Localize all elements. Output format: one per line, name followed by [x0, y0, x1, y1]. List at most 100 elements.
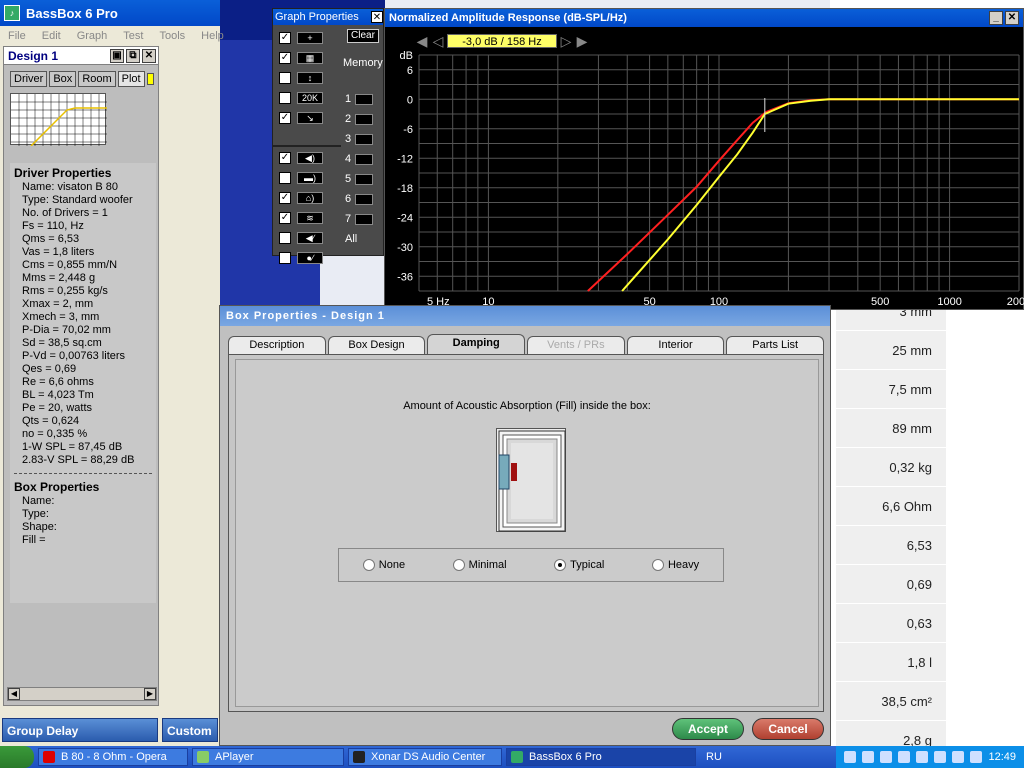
tab-damping[interactable]: Damping: [427, 334, 526, 354]
task-opera[interactable]: B 80 - 8 Ohm - Opera: [38, 748, 188, 766]
memory-slot[interactable]: 5: [345, 173, 374, 185]
response-checkbox[interactable]: [279, 232, 291, 244]
clock-time[interactable]: 12:49: [988, 751, 1016, 763]
memory-slot[interactable]: 7: [345, 213, 374, 225]
vertical-scale-checkbox[interactable]: [279, 72, 291, 84]
plot-thumbnail[interactable]: [10, 93, 107, 146]
cursor-fast-right-icon[interactable]: ▶: [575, 34, 589, 48]
memory-slot[interactable]: 1: [345, 93, 374, 105]
task-bassbox[interactable]: BassBox 6 Pro: [506, 748, 696, 766]
scroll-right-icon[interactable]: ▶: [144, 688, 156, 700]
accept-button[interactable]: Accept: [672, 718, 744, 740]
webpage-value-column: 3 mm 25 mm 7,5 mm 89 mm 0,32 kg 6,6 Ohm 6,53 0,…: [836, 292, 946, 760]
memory-slot-box[interactable]: [355, 173, 374, 185]
cursor-left-icon[interactable]: ◁: [431, 34, 445, 48]
memory-slot[interactable]: 2: [345, 113, 374, 125]
tab-box[interactable]: Box: [49, 71, 77, 87]
clock-icon[interactable]: [970, 751, 983, 763]
task-aplayer[interactable]: APlayer: [192, 748, 344, 766]
box-properties-titlebar[interactable]: Box Properties - Design 1: [220, 306, 830, 326]
memory-slot[interactable]: 3: [345, 133, 374, 145]
vertical-scale-icon: ↕: [297, 72, 323, 84]
globe-icon[interactable]: [952, 751, 965, 763]
menu-graph[interactable]: Graph: [69, 30, 116, 42]
close-icon[interactable]: ✕: [142, 48, 156, 63]
speaker-checkbox[interactable]: ✓: [279, 152, 291, 164]
graph-properties-titlebar[interactable]: Graph Properties ✕: [273, 9, 383, 25]
radio-button[interactable]: [452, 559, 465, 571]
menu-edit[interactable]: Edit: [34, 30, 69, 42]
tab-interior[interactable]: Interior: [626, 336, 725, 354]
design-title: Design 1: [8, 48, 59, 63]
menu-file[interactable]: File: [0, 30, 34, 42]
filter-checkbox[interactable]: ✓: [279, 212, 291, 224]
fill-option-none[interactable]: None: [362, 559, 405, 571]
tab-parts-list[interactable]: Parts List: [726, 336, 825, 354]
memory-slot-box[interactable]: [355, 153, 374, 165]
minimize-icon[interactable]: _: [989, 11, 1003, 25]
fill-option-minimal[interactable]: Minimal: [452, 559, 507, 571]
scroll-left-icon[interactable]: ◀: [8, 688, 20, 700]
tab-room[interactable]: Room: [78, 71, 116, 87]
save-icon[interactable]: ▣: [110, 48, 124, 63]
volume-icon[interactable]: [880, 751, 893, 763]
cursor-right-icon[interactable]: ▷: [559, 34, 573, 48]
plot-mode-checkbox[interactable]: ✓: [279, 112, 291, 124]
tab-driver[interactable]: Driver: [10, 71, 48, 87]
radio-button[interactable]: [651, 559, 664, 571]
custom-button[interactable]: Custom: [162, 718, 218, 742]
radio-button[interactable]: [554, 559, 567, 571]
keyboard-icon[interactable]: [844, 751, 857, 763]
taskbar: B 80 - 8 Ohm - Opera APlayer Xonar DS Au…: [0, 746, 1024, 768]
webpage-value: 0,69: [836, 565, 946, 604]
copy-icon[interactable]: ⧉: [126, 48, 140, 63]
response-icon: ◀∕: [297, 232, 323, 244]
memory-slot[interactable]: All: [345, 233, 357, 245]
room-checkbox[interactable]: ✓: [279, 192, 291, 204]
grid-checkbox[interactable]: ✓: [279, 52, 291, 64]
driver-property: 2.83-V SPL = 88,29 dB: [22, 454, 135, 466]
range-20k-checkbox[interactable]: [279, 92, 291, 104]
cancel-button[interactable]: Cancel: [752, 718, 824, 740]
menu-tools[interactable]: Tools: [151, 30, 193, 42]
port-checkbox[interactable]: [279, 252, 291, 264]
amplitude-plot[interactable]: 6 0 -6 -12 -18 -24 -30 -36 dB 5 Hz 10 50 100 500 1000 2…: [397, 50, 1024, 308]
memory-slot-label: 3: [345, 133, 352, 145]
memory-slot-box[interactable]: [355, 113, 374, 125]
clear-button[interactable]: Clear: [347, 29, 379, 43]
shield-icon[interactable]: [898, 751, 911, 763]
language-indicator[interactable]: RU: [706, 751, 722, 763]
tab-plot[interactable]: Plot: [117, 71, 145, 87]
memory-slot[interactable]: 6: [345, 193, 374, 205]
menu-help[interactable]: Help: [193, 30, 232, 42]
group-delay-button[interactable]: Group Delay: [2, 718, 158, 742]
plot-color-swatch[interactable]: [146, 73, 154, 85]
close-icon[interactable]: ✕: [371, 11, 383, 23]
memory-slot-box[interactable]: [355, 93, 374, 105]
cabinet-checkbox[interactable]: [279, 172, 291, 184]
crosshair-checkbox[interactable]: ✓: [279, 32, 291, 44]
memory-slot[interactable]: 4: [345, 153, 374, 165]
tab-box-design[interactable]: Box Design: [327, 336, 426, 354]
fill-option-heavy[interactable]: Heavy: [651, 559, 699, 571]
cursor-fast-left-icon[interactable]: ◀: [415, 34, 429, 48]
x-tick-label: 500: [871, 296, 889, 308]
memory-slot-box[interactable]: [355, 193, 374, 205]
memory-slot-box[interactable]: [355, 213, 374, 225]
update-icon[interactable]: [934, 751, 947, 763]
main-titlebar[interactable]: ♪ BassBox 6 Pro: [0, 0, 220, 26]
close-icon[interactable]: ✕: [1005, 11, 1019, 25]
radio-button[interactable]: [362, 559, 375, 571]
main-title: BassBox 6 Pro: [26, 5, 118, 21]
start-button[interactable]: [0, 746, 34, 768]
memory-slot-box[interactable]: [355, 133, 374, 145]
chart-icon[interactable]: [916, 751, 929, 763]
graph-titlebar[interactable]: Normalized Amplitude Response (dB-SPL/Hz…: [385, 9, 1023, 27]
menu-test[interactable]: Test: [115, 30, 151, 42]
network-icon[interactable]: [862, 751, 875, 763]
tab-description[interactable]: Description: [228, 336, 326, 354]
horizontal-scrollbar[interactable]: ◀ ▶: [7, 687, 157, 701]
tab-vents-prs[interactable]: Vents / PRs: [527, 336, 625, 354]
fill-option-typical[interactable]: Typical: [554, 559, 604, 571]
task-xonar[interactable]: Xonar DS Audio Center: [348, 748, 502, 766]
